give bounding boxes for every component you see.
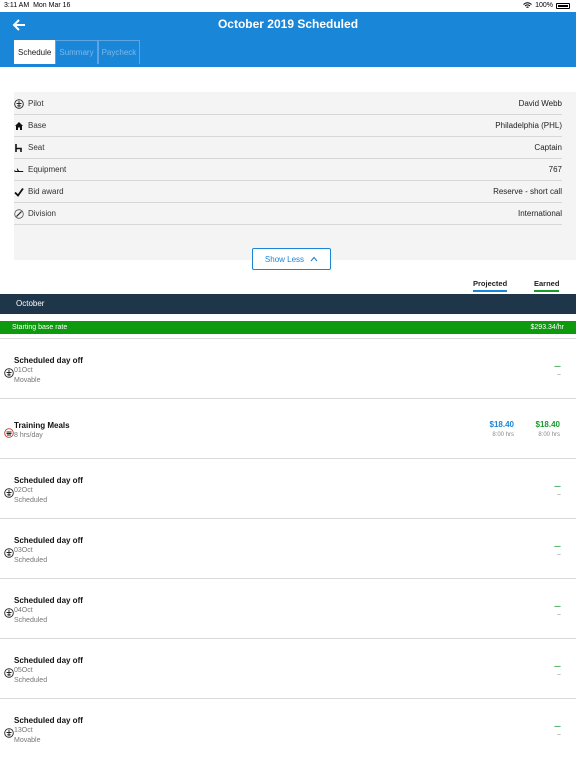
- entry-projected-hours: 8:00 hrs: [492, 432, 514, 438]
- entry-date: 01Oct: [14, 367, 33, 374]
- detail-value: International: [517, 209, 562, 218]
- entry-title: Scheduled day off: [14, 716, 83, 725]
- detail-value: Philadelphia (PHL): [495, 121, 562, 130]
- detail-value: David Webb: [518, 99, 562, 108]
- list-item[interactable]: Scheduled day off 04Oct Scheduled --- --…: [0, 578, 576, 638]
- entry-earned-hours: ---: [557, 372, 561, 378]
- home-icon: [14, 121, 24, 131]
- entry-earned-hours: ---: [557, 732, 561, 738]
- day-off-icon: [4, 485, 14, 498]
- day-off-icon: [4, 545, 14, 558]
- entry-status: Movable: [14, 377, 41, 384]
- detail-label: Seat: [28, 143, 45, 152]
- entry-earned-hours: ---: [557, 552, 561, 558]
- meal-icon: [4, 425, 14, 438]
- entry-status: Scheduled: [14, 497, 48, 504]
- day-off-icon: [4, 365, 14, 378]
- day-off-icon: [4, 725, 14, 738]
- base-rate-value: $293.34/hr: [530, 324, 564, 331]
- base-rate-label: Starting base rate: [12, 324, 68, 331]
- entry-date: 8 hrs/day: [14, 432, 43, 439]
- tab-paycheck[interactable]: Paycheck: [97, 40, 141, 64]
- tab-summary[interactable]: Summary: [55, 40, 98, 64]
- detail-row-pilot: Pilot David Webb: [14, 93, 562, 115]
- detail-row-equipment: Equipment 767: [14, 159, 562, 181]
- list-item[interactable]: Scheduled day off 02Oct Scheduled --- --…: [0, 458, 576, 518]
- detail-value: Reserve - short call: [493, 187, 562, 196]
- entry-earned: ---: [554, 721, 561, 731]
- month-header: October: [0, 294, 576, 314]
- tab-schedule[interactable]: Schedule: [14, 40, 56, 64]
- day-off-icon: [4, 665, 14, 678]
- entry-status: Scheduled: [14, 617, 48, 624]
- column-earned[interactable]: Earned: [534, 279, 560, 292]
- entry-earned-hours: 8:00 hrs: [538, 432, 560, 438]
- entry-earned: ---: [554, 601, 561, 611]
- detail-row-division: Division International: [14, 203, 562, 225]
- list-item[interactable]: Training Meals 8 hrs/day $18.40 8:00 hrs…: [0, 398, 576, 458]
- list-item[interactable]: Scheduled day off 05Oct Scheduled --- --…: [0, 638, 576, 698]
- entry-title: Scheduled day off: [14, 536, 83, 545]
- status-time: 3:11 AM Mon Mar 16: [4, 2, 71, 9]
- detail-label: Equipment: [28, 165, 67, 174]
- list-item[interactable]: Scheduled day off 03Oct Scheduled --- --…: [0, 518, 576, 578]
- entry-earned-hours: ---: [557, 672, 561, 678]
- show-less-button[interactable]: Show Less: [252, 248, 331, 270]
- airplane-icon: [14, 165, 24, 175]
- detail-row-bid-award: Bid award Reserve - short call: [14, 181, 562, 203]
- entry-date: 05Oct: [14, 667, 33, 674]
- tab-bar: Schedule Summary Paycheck: [14, 40, 141, 64]
- entry-title: Training Meals: [14, 421, 70, 430]
- header-divider: [0, 64, 576, 67]
- entry-projected: $18.40: [489, 420, 514, 429]
- wifi-icon: [523, 2, 532, 8]
- schedule-list: Scheduled day off 01Oct Movable --- --- …: [0, 338, 576, 758]
- entry-status: Movable: [14, 737, 41, 744]
- chevron-up-icon: [310, 256, 318, 262]
- entry-title: Scheduled day off: [14, 596, 83, 605]
- detail-value: 767: [548, 165, 562, 174]
- entry-earned: $18.40: [535, 420, 560, 429]
- column-projected[interactable]: Projected: [473, 279, 508, 292]
- entry-date: 13Oct: [14, 727, 33, 734]
- detail-label: Pilot: [28, 99, 44, 108]
- status-right: 100%: [523, 2, 570, 9]
- pilot-details-panel: Pilot David Webb Base Philadelphia (PHL)…: [14, 92, 576, 260]
- seat-icon: [14, 143, 24, 153]
- entry-date: 04Oct: [14, 607, 33, 614]
- app-header: October 2019 Scheduled Schedule Summary …: [0, 12, 576, 66]
- list-item[interactable]: Scheduled day off 13Oct Movable --- ---: [0, 698, 576, 758]
- detail-label: Base: [28, 121, 47, 130]
- detail-label: Bid award: [28, 187, 64, 196]
- detail-label: Division: [28, 209, 57, 218]
- entry-title: Scheduled day off: [14, 356, 83, 365]
- entry-earned: ---: [554, 661, 561, 671]
- battery-icon: [556, 2, 570, 9]
- entry-title: Scheduled day off: [14, 656, 83, 665]
- detail-row-seat: Seat Captain: [14, 137, 562, 159]
- division-icon: [14, 208, 24, 219]
- status-bar: 3:11 AM Mon Mar 16 100%: [0, 0, 576, 12]
- entry-earned-hours: ---: [557, 612, 561, 618]
- entry-earned-hours: ---: [557, 492, 561, 498]
- entry-date: 03Oct: [14, 547, 33, 554]
- page-title: October 2019 Scheduled: [217, 17, 359, 31]
- checkmark-icon: [14, 187, 24, 197]
- detail-row-base: Base Philadelphia (PHL): [14, 115, 562, 137]
- battery-percent: 100%: [535, 2, 553, 9]
- entry-title: Scheduled day off: [14, 476, 83, 485]
- entry-date: 02Oct: [14, 487, 33, 494]
- entry-earned: ---: [554, 541, 561, 551]
- show-less-label: Show Less: [264, 254, 305, 264]
- entry-earned: ---: [554, 361, 561, 371]
- detail-value: Captain: [534, 143, 562, 152]
- pilot-badge-icon: [14, 98, 24, 109]
- entry-status: Scheduled: [14, 677, 48, 684]
- base-rate-bar: Starting base rate $293.34/hr: [0, 321, 576, 334]
- list-item[interactable]: Scheduled day off 01Oct Movable --- ---: [0, 338, 576, 398]
- entry-earned: ---: [554, 481, 561, 491]
- entry-status: Scheduled: [14, 557, 48, 564]
- day-off-icon: [4, 605, 14, 618]
